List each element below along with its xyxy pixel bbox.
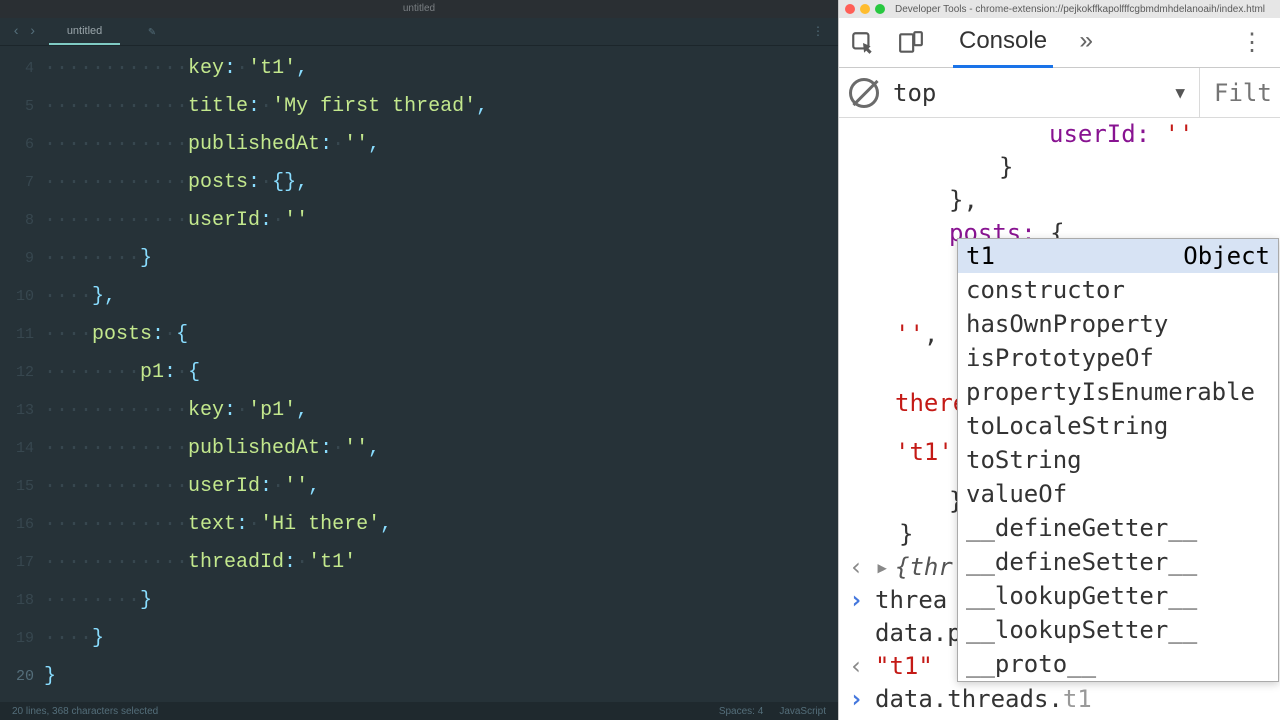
code-line[interactable]: ············text:·'Hi there',: [44, 506, 838, 544]
nav-forward-icon[interactable]: ›: [24, 24, 40, 40]
code-line[interactable]: ············userId:·'',: [44, 468, 838, 506]
input-arrow-icon: ›: [849, 683, 875, 716]
code-line[interactable]: ····posts:·{: [44, 316, 838, 354]
code-line[interactable]: ········}: [44, 240, 838, 278]
line-number: 15: [0, 468, 34, 506]
code-editor: untitled ‹ › untitled ✎ ⋮ 45678910111213…: [0, 0, 838, 720]
autocomplete-item[interactable]: isPrototypeOf: [958, 341, 1278, 375]
console-line: userId: '': [849, 118, 1280, 151]
devtools-menu-icon[interactable]: ⋮: [1240, 28, 1270, 58]
zoom-icon[interactable]: [875, 4, 885, 14]
devtools-window-title: Developer Tools - chrome-extension://pej…: [895, 4, 1265, 15]
clear-console-icon[interactable]: [849, 78, 879, 108]
line-number: 11: [0, 316, 34, 354]
console-output[interactable]: userId: '' } }, posts: { '', there 't1' …: [839, 118, 1280, 720]
code-line[interactable]: ············threadId:·'t1': [44, 544, 838, 582]
editor-tab[interactable]: untitled: [49, 19, 120, 45]
autocomplete-item[interactable]: __proto__: [958, 647, 1278, 681]
editor-body[interactable]: 4567891011121314151617181920 ···········…: [0, 46, 838, 702]
autocomplete-item[interactable]: propertyIsEnumerable: [958, 375, 1278, 409]
line-number: 10: [0, 278, 34, 316]
editor-status-bar: 20 lines, 368 characters selected Spaces…: [0, 702, 838, 720]
status-indent[interactable]: Spaces: 4: [719, 706, 763, 717]
input-arrow-icon: ›: [849, 584, 875, 617]
tab-overflow-icon[interactable]: ⋮: [812, 24, 830, 39]
code-line[interactable]: }: [44, 658, 838, 696]
device-toggle-icon[interactable]: [897, 29, 925, 57]
expand-icon[interactable]: ▸: [875, 551, 895, 584]
traffic-lights[interactable]: [845, 4, 885, 14]
inspect-icon[interactable]: [849, 29, 877, 57]
code-line[interactable]: ········}: [44, 582, 838, 620]
autocomplete-item[interactable]: __lookupGetter__: [958, 579, 1278, 613]
autocomplete-item[interactable]: __defineSetter__: [958, 545, 1278, 579]
line-number-gutter: 4567891011121314151617181920: [0, 46, 44, 702]
line-number: 6: [0, 126, 34, 164]
line-number: 20: [0, 658, 34, 696]
minimize-icon[interactable]: [860, 4, 870, 14]
autocomplete-item[interactable]: hasOwnProperty: [958, 307, 1278, 341]
close-icon[interactable]: [845, 4, 855, 14]
line-number: 18: [0, 582, 34, 620]
autocomplete-popup[interactable]: t1 Object constructorhasOwnPropertyisPro…: [957, 238, 1279, 682]
tabs-overflow-icon[interactable]: »: [1079, 29, 1093, 56]
console-input[interactable]: data.threads.: [875, 683, 1063, 716]
line-number: 14: [0, 430, 34, 468]
code-line[interactable]: ············publishedAt:·'',: [44, 126, 838, 164]
autocomplete-item[interactable]: toLocaleString: [958, 409, 1278, 443]
line-number: 7: [0, 164, 34, 202]
console-input-row[interactable]: › data.threads.t1: [849, 683, 1280, 716]
line-number: 5: [0, 88, 34, 126]
editor-window-title: untitled: [0, 0, 838, 18]
code-line[interactable]: ············key:·'p1',: [44, 392, 838, 430]
status-selection: 20 lines, 368 characters selected: [12, 706, 158, 717]
input-hint: t1: [1063, 683, 1092, 716]
autocomplete-item[interactable]: __lookupSetter__: [958, 613, 1278, 647]
result-value: "t1": [875, 650, 933, 683]
code-line[interactable]: ············userId:·'': [44, 202, 838, 240]
chevron-down-icon: ▼: [1175, 83, 1185, 102]
autocomplete-item[interactable]: __defineGetter__: [958, 511, 1278, 545]
devtools-tabs: Console » ⋮: [839, 18, 1280, 68]
context-selector[interactable]: top ▼: [893, 68, 1200, 117]
console-line: },: [849, 184, 1280, 217]
line-number: 8: [0, 202, 34, 240]
autocomplete-selected-label: t1: [966, 239, 995, 273]
object-preview[interactable]: {thr: [895, 551, 953, 584]
tab-console[interactable]: Console: [953, 17, 1053, 68]
line-number: 17: [0, 544, 34, 582]
line-number: 12: [0, 354, 34, 392]
autocomplete-item[interactable]: constructor: [958, 273, 1278, 307]
code-line[interactable]: ············key:·'t1',: [44, 50, 838, 88]
result-arrow-icon: ‹: [849, 650, 875, 683]
line-number: 9: [0, 240, 34, 278]
line-number: 13: [0, 392, 34, 430]
line-number: 19: [0, 620, 34, 658]
code-line[interactable]: ············posts:·{},: [44, 164, 838, 202]
code-area[interactable]: ············key:·'t1',············title:…: [44, 46, 838, 702]
tab-modified-icon: ✎: [148, 24, 155, 39]
nav-back-icon[interactable]: ‹: [8, 24, 24, 40]
code-line[interactable]: ····},: [44, 278, 838, 316]
result-arrow-icon: ‹: [849, 551, 875, 584]
autocomplete-selected-type: Object: [1183, 239, 1270, 273]
line-number: 16: [0, 506, 34, 544]
console-line: }: [849, 151, 1280, 184]
context-label: top: [893, 79, 936, 107]
code-line[interactable]: ············title:·'My first thread',: [44, 88, 838, 126]
autocomplete-item[interactable]: toString: [958, 443, 1278, 477]
autocomplete-item[interactable]: valueOf: [958, 477, 1278, 511]
code-line[interactable]: ········p1:·{: [44, 354, 838, 392]
filter-input[interactable]: [1214, 79, 1270, 107]
status-language[interactable]: JavaScript: [779, 706, 826, 717]
code-line[interactable]: ····}: [44, 620, 838, 658]
code-line[interactable]: ············publishedAt:·'',: [44, 430, 838, 468]
line-number: 4: [0, 50, 34, 88]
autocomplete-selected[interactable]: t1 Object: [958, 239, 1278, 273]
devtools-panel: Developer Tools - chrome-extension://pej…: [838, 0, 1280, 720]
editor-tab-bar: ‹ › untitled ✎ ⋮: [0, 18, 838, 46]
console-toolbar: top ▼: [839, 68, 1280, 118]
devtools-titlebar: Developer Tools - chrome-extension://pej…: [839, 0, 1280, 18]
